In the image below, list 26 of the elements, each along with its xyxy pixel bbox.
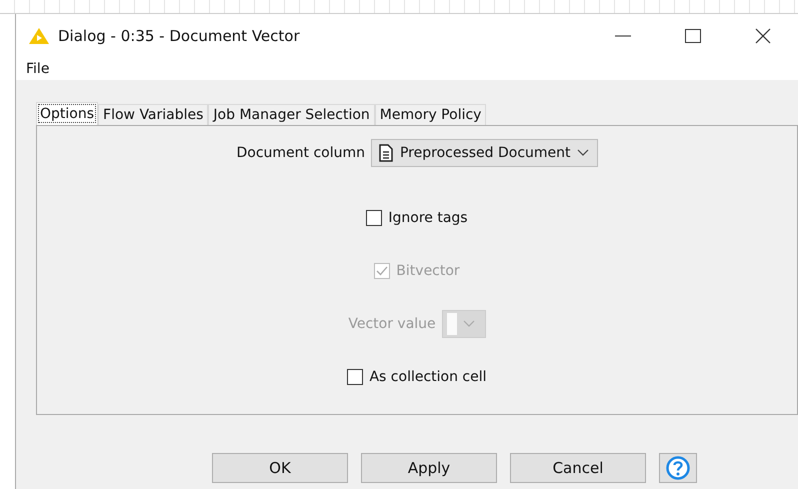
tab[interactable]: Job Manager Selection <box>208 104 375 125</box>
field-label: Document column <box>236 145 365 161</box>
chevron-icon <box>576 149 589 157</box>
warning-triangle-icon <box>28 27 50 45</box>
tab[interactable]: Options <box>36 102 98 125</box>
column-dropdown[interactable]: Preprocessed Document <box>370 139 598 167</box>
chevron-icon <box>462 320 475 328</box>
checkbox-label: Bitvector <box>396 262 460 278</box>
help-button[interactable] <box>659 453 697 483</box>
tab[interactable]: Memory Policy <box>374 104 486 125</box>
checkbox-label: As collection cell <box>369 368 487 384</box>
tab[interactable]: Flow Variables <box>98 104 208 125</box>
field-label: Vector value <box>348 316 436 332</box>
document-icon <box>378 144 394 162</box>
window-title: Dialog - 0:35 - Document Vector <box>58 27 301 45</box>
checkbox-label: Ignore tags <box>388 210 468 226</box>
checkbox[interactable] <box>366 210 382 226</box>
help-icon <box>666 456 690 480</box>
dialog-button[interactable]: OK <box>212 453 348 483</box>
minimize-icon <box>615 35 631 37</box>
maximize-icon <box>685 29 701 43</box>
dialog-button[interactable]: Apply <box>361 453 497 483</box>
close-icon <box>755 28 771 44</box>
menu-item[interactable]: File <box>26 61 50 77</box>
checkbox[interactable] <box>347 368 364 384</box>
dialog-button[interactable]: Cancel <box>510 453 646 483</box>
